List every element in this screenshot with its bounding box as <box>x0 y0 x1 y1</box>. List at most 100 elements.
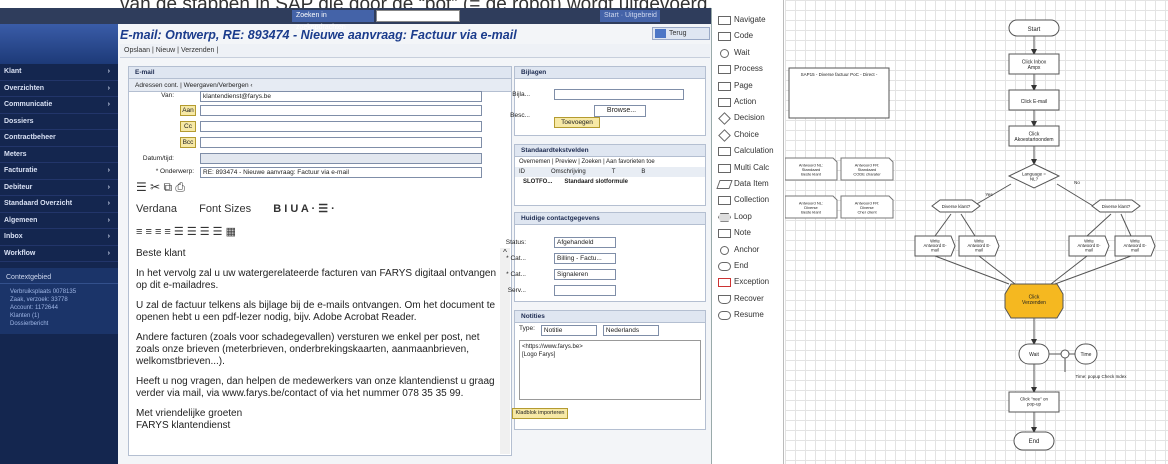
back-label: Terug <box>669 30 687 37</box>
chevron-right-icon: › <box>107 167 110 174</box>
palette-item-anchor[interactable]: Anchor <box>716 242 759 258</box>
notes-type-label: Type: <box>519 325 535 332</box>
palette-item-page[interactable]: Page <box>716 78 753 94</box>
from-field[interactable]: klantendienst@farys.be <box>200 91 482 102</box>
context-item[interactable]: Klanten (1) <box>0 312 118 320</box>
palette-item-decision[interactable]: Decision <box>716 110 765 126</box>
sidebar-item[interactable]: Overzichten › <box>0 81 118 97</box>
bcc-field[interactable] <box>200 137 482 148</box>
palette-item-multi-calc[interactable]: Multi Calc <box>716 160 769 176</box>
email-body-paragraph: Met vriendelijke groeten <box>136 408 243 419</box>
notes-textarea[interactable]: <https://www.farys.be> [Logo Farys] <box>519 340 701 400</box>
col-b: B <box>641 169 646 175</box>
font-name-select[interactable]: Verdana <box>136 203 177 215</box>
to-field[interactable] <box>200 105 482 116</box>
palette-item-label: Collection <box>734 195 770 205</box>
notes-line-2: [Logo Farys] <box>522 352 556 358</box>
sidebar-item[interactable]: Dossiers <box>0 114 118 130</box>
palette-item-process[interactable]: Process <box>716 61 763 77</box>
cc-button[interactable]: Cc <box>180 121 196 132</box>
palette-item-label: Decision <box>734 113 765 123</box>
palette-item-loop[interactable]: Loop <box>716 209 752 225</box>
editor-scrollbar[interactable]: ^ <box>500 248 510 454</box>
format-buttons[interactable]: B I U A · ☰ · <box>273 203 335 215</box>
context-item[interactable]: Zaak, verzoek: 33778 <box>0 296 118 304</box>
palette-item-collection[interactable]: Collection <box>716 192 769 208</box>
palette-item-note[interactable]: Note <box>716 225 751 241</box>
palette-item-end[interactable]: End <box>716 258 748 274</box>
chevron-right-icon: › <box>107 249 110 257</box>
standard-texts-tabs[interactable]: Overnemen | Preview | Zoeken | Aan favor… <box>515 157 705 167</box>
service-field[interactable] <box>554 285 616 296</box>
sidebar-item[interactable]: Workflow › <box>0 246 118 262</box>
sidebar-item[interactable]: Algemeen › <box>0 213 118 229</box>
browse-button[interactable]: Browse... <box>594 105 646 117</box>
subject-field[interactable]: RE: 893474 - Nieuwe aanvraag: Factuur vi… <box>200 167 482 178</box>
screenshot-root: van de stappen in SAP die door de “bot” … <box>0 0 1168 464</box>
email-body[interactable]: Beste klant In het vervolg zal u uw water… <box>136 248 498 440</box>
palette-item-label: Anchor <box>734 244 760 254</box>
table-row[interactable]: SLOTFO... Standaard slotformule <box>515 177 705 187</box>
search-type-label: Zoeken in zoekopdrachten <box>292 10 374 31</box>
sidebar-item[interactable]: Contractbeheer <box>0 130 118 147</box>
process-icon <box>718 65 731 75</box>
bcc-button[interactable]: Bcc <box>180 137 196 148</box>
multi-calc-icon <box>718 163 731 173</box>
editor-toolbar-row3[interactable]: ≡ ≡ ≡ ≡ ☰ ☰ ☰ ☰ ▦ <box>136 225 236 238</box>
sidebar-item-label: Facturatie <box>4 167 38 174</box>
context-title: Contextgebied <box>0 272 118 284</box>
font-size-select[interactable]: Font Sizes <box>199 203 251 215</box>
palette-item-action[interactable]: Action <box>716 94 756 110</box>
sidebar-item-label: Overzichten <box>4 84 45 92</box>
sidebar-item[interactable]: Communicatie › <box>0 97 118 114</box>
palette-item-navigate[interactable]: Navigate <box>716 12 766 28</box>
notes-type-select[interactable]: Notitie <box>540 325 597 336</box>
email-toolbar[interactable]: Opslaan | Nieuw | Verzenden | <box>120 44 710 58</box>
attachment-file-field[interactable] <box>554 89 684 100</box>
chevron-right-icon: › <box>107 101 110 108</box>
row-id: SLOTFO... <box>523 179 553 185</box>
context-item[interactable]: Verbruiksplaats 0078135 <box>0 288 118 296</box>
sidebar-logo-area <box>0 24 118 64</box>
wait-label: Wait <box>1029 352 1039 358</box>
palette-item-resume[interactable]: Resume <box>716 307 764 323</box>
palette-item-wait[interactable]: Wait <box>716 45 750 61</box>
context-item[interactable]: Dossierbericht <box>0 320 118 328</box>
category1-select[interactable]: Billing - Factu... <box>554 253 616 264</box>
import-notes-button[interactable]: Kladblok importeren <box>512 408 568 419</box>
category2-select[interactable]: Signaleren <box>554 269 616 280</box>
time-anchor[interactable] <box>1060 349 1070 359</box>
cc-field[interactable] <box>200 121 482 132</box>
page-icon <box>718 81 731 91</box>
add-attachment-button[interactable]: Toevoegen <box>554 117 600 128</box>
calculation-icon <box>718 147 731 157</box>
palette-item-label: Navigate <box>734 15 766 24</box>
subject-label: * Onderwerp: <box>155 168 194 175</box>
palette-item-calculation[interactable]: Calculation <box>716 143 774 159</box>
sidebar-item[interactable]: Klant › <box>0 64 118 81</box>
context-item[interactable]: Account: 1172644 <box>0 304 118 312</box>
search-select[interactable] <box>376 10 460 22</box>
palette-item-exception[interactable]: Exception <box>716 274 769 290</box>
palette-item-label: Calculation <box>734 146 774 156</box>
back-button[interactable]: Terug <box>652 27 710 40</box>
palette-item-choice[interactable]: Choice <box>716 127 759 143</box>
palette-item-code[interactable]: Code <box>716 28 753 44</box>
choice-node-label: Diverse klant? <box>1102 204 1131 209</box>
sidebar-item[interactable]: Facturatie › <box>0 163 118 180</box>
sidebar-item[interactable]: Debiteur › <box>0 180 118 196</box>
search-button[interactable]: Start · Uitgebreid <box>600 10 660 22</box>
sidebar-item[interactable]: Inbox › <box>0 229 118 246</box>
editor-toolbar-row1[interactable]: ☰ ✂ ⧉ ⎙ <box>136 180 185 195</box>
palette-item-label: Loop <box>734 211 752 221</box>
palette-item-data-item[interactable]: Data Item <box>716 176 769 192</box>
sidebar-item[interactable]: Standaard Overzicht › <box>0 196 118 213</box>
notes-language-select[interactable]: Nederlands <box>602 325 659 336</box>
palette-item-label: Action <box>734 97 757 106</box>
standard-texts-header: ID Omschrijving T B <box>515 167 705 177</box>
to-button[interactable]: Aan <box>180 105 196 116</box>
status-select[interactable]: Afgehandeld <box>554 237 616 248</box>
sidebar-item[interactable]: Meters <box>0 147 118 163</box>
palette-item-recover[interactable]: Recover <box>716 291 764 307</box>
flow-canvas[interactable]: Start Click Inbox Ampx Click E-mail Click Ako… <box>785 0 1168 464</box>
